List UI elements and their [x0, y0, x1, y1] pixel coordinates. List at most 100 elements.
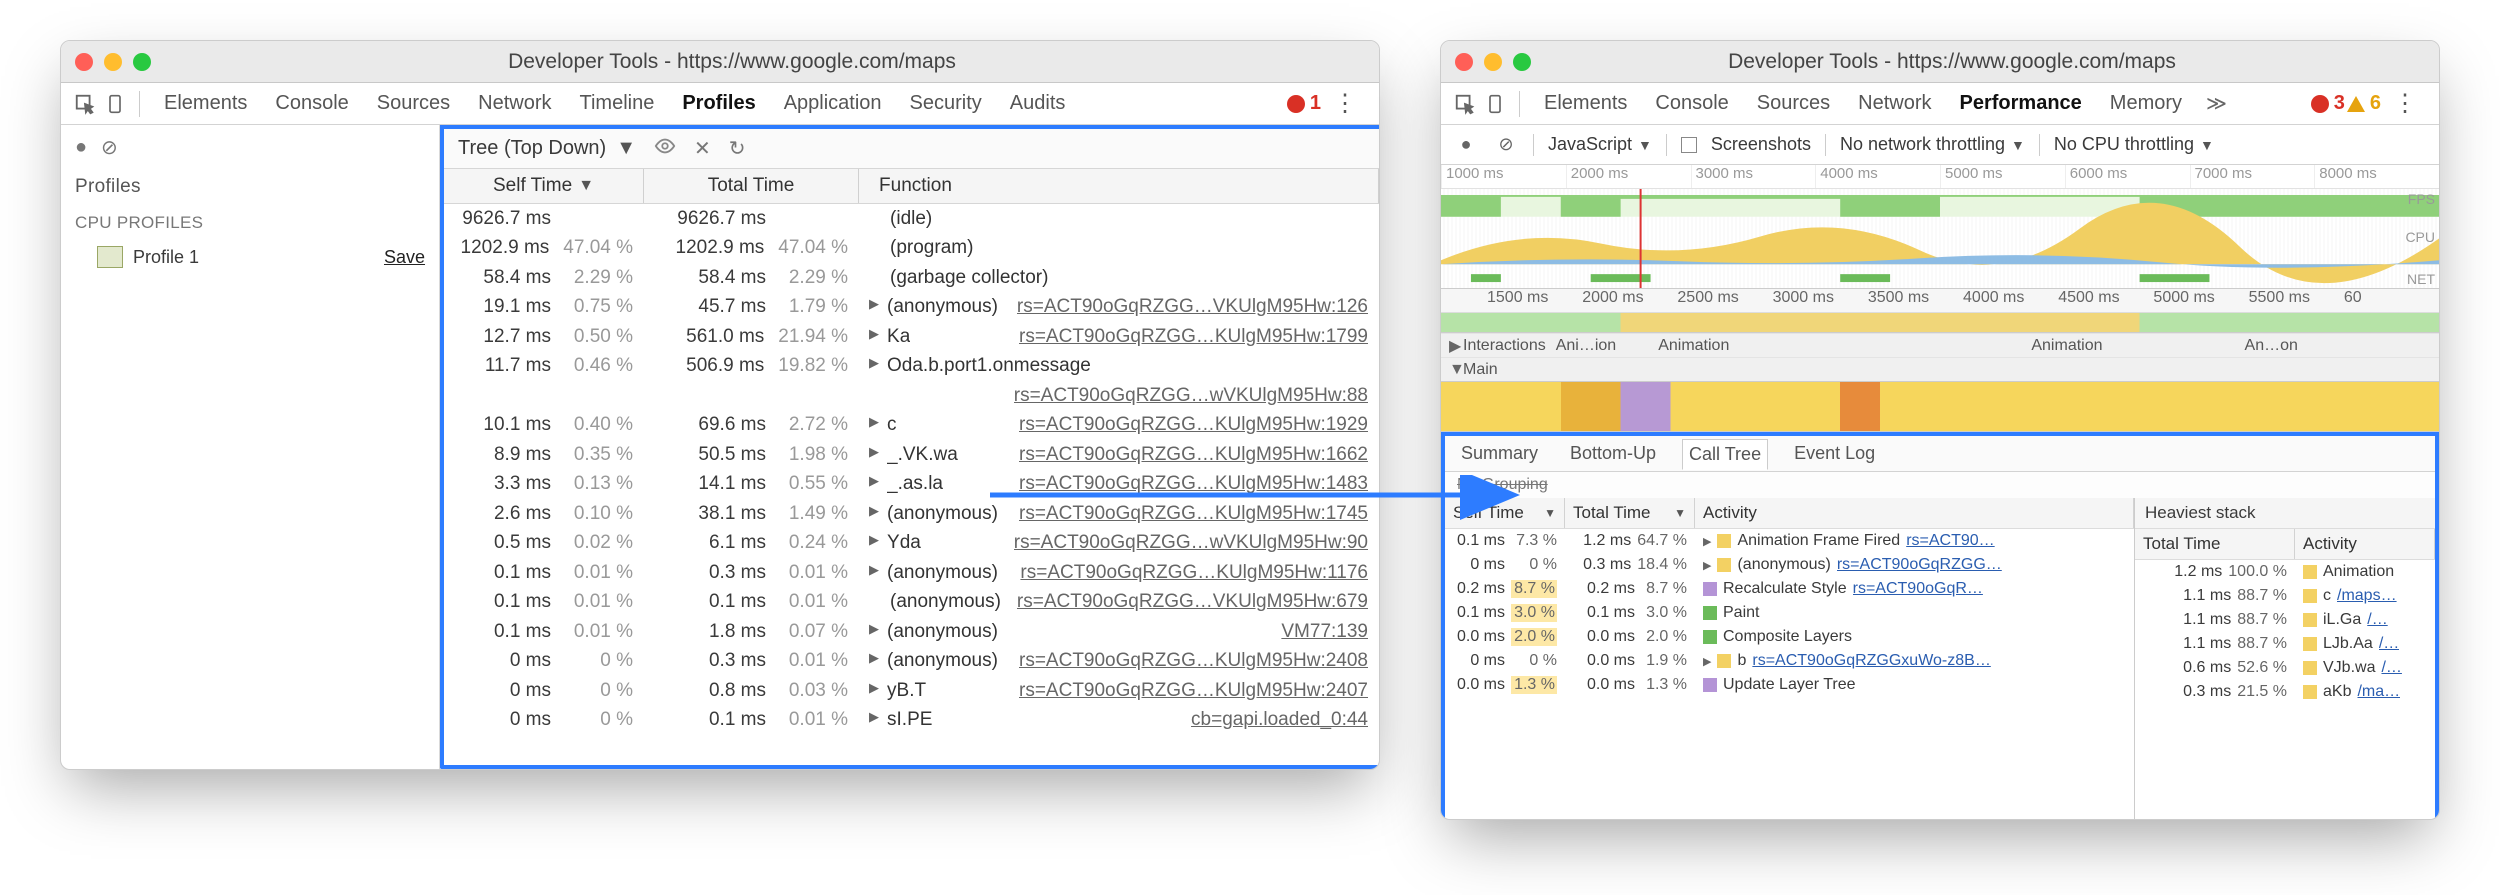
header-activity[interactable]: Activity [2295, 529, 2435, 559]
header-total-time[interactable]: Total Time▼ [1565, 498, 1695, 528]
record-icon[interactable]: ● [75, 136, 101, 159]
source-link[interactable]: rs=ACT90oGqRZGG…wVKUlgM95Hw:90 [1014, 532, 1368, 554]
header-function[interactable]: Function [859, 169, 1379, 203]
tab-security[interactable]: Security [896, 86, 996, 120]
source-link[interactable]: /… [2379, 635, 2399, 653]
source-link[interactable]: /maps… [2337, 587, 2397, 605]
minimize-icon[interactable] [104, 53, 122, 71]
heaviest-stack-row[interactable]: 0.3 ms21.5 %aKb/ma… [2135, 680, 2435, 704]
track-interactions[interactable]: ▶Interactions Ani…ion Animation Animatio… [1441, 333, 2439, 357]
tab-elements[interactable]: Elements [150, 86, 261, 120]
source-link[interactable]: rs=ACT90oGqRZGG…VKUlgM95Hw:679 [1017, 591, 1368, 613]
expand-icon[interactable]: ▶ [869, 503, 879, 525]
scrubber[interactable] [1441, 313, 2439, 333]
tab-network[interactable]: Network [1844, 86, 1945, 120]
engine-select[interactable]: JavaScript▼ [1548, 134, 1652, 155]
call-tree-row[interactable]: 0 ms0 %0.0 ms1.9 %▶brs=ACT90oGqRZGGxuWo-… [1445, 649, 2134, 673]
inspect-icon[interactable] [1451, 90, 1479, 118]
inspect-icon[interactable] [71, 90, 99, 118]
expand-icon[interactable]: ▶ [869, 709, 879, 731]
source-link[interactable]: rs=ACT90oGqRZGG…KUlgM95Hw:1176 [1020, 562, 1368, 584]
source-link[interactable]: rs=ACT90oGqRZGG…KUlgM95Hw:1929 [1019, 414, 1368, 436]
profile-row[interactable]: 2.6 ms0.10 %38.1 ms1.49 %▶(anonymous)rs=… [444, 499, 1379, 529]
source-link[interactable]: rs=ACT90oGqRZGG…wVKUlgM95Hw:88 [1014, 385, 1368, 407]
expand-icon[interactable]: ▶ [869, 296, 879, 318]
tab-console[interactable]: Console [1641, 86, 1742, 120]
heaviest-stack-row[interactable]: 0.6 ms52.6 %VJb.wa/… [2135, 656, 2435, 680]
source-link[interactable]: /ma… [2357, 683, 2400, 701]
profile-save-link[interactable]: Save [384, 247, 425, 268]
track-main[interactable]: ▼Main [1441, 357, 2439, 381]
heaviest-stack-row[interactable]: 1.1 ms88.7 %LJb.Aa/… [2135, 632, 2435, 656]
view-mode-select[interactable]: Tree (Top Down) ▼ [458, 137, 636, 160]
tab-audits[interactable]: Audits [996, 86, 1080, 120]
profile-row[interactable]: 0 ms0 %0.3 ms0.01 %▶(anonymous)rs=ACT90o… [444, 647, 1379, 677]
expand-icon[interactable]: ▶ [869, 444, 879, 466]
profile-row[interactable]: 1202.9 ms47.04 %1202.9 ms47.04 %(program… [444, 234, 1379, 264]
overview-chart[interactable]: FPS CPU NET [1441, 189, 2439, 289]
more-icon[interactable]: ⋮ [1323, 89, 1369, 118]
source-link[interactable]: /… [2381, 659, 2401, 677]
grouping-select[interactable]: No Grouping [1445, 472, 2435, 498]
profile-row[interactable]: 10.1 ms0.40 %69.6 ms2.72 %▶crs=ACT90oGqR… [444, 411, 1379, 441]
expand-icon[interactable]: ▶ [869, 355, 879, 377]
profile-row[interactable]: 8.9 ms0.35 %50.5 ms1.98 %▶_.VK.wars=ACT9… [444, 440, 1379, 470]
expand-icon[interactable]: ▶ [869, 680, 879, 702]
detail-tab-call-tree[interactable]: Call Tree [1682, 439, 1768, 470]
header-total-time[interactable]: Total Time [2135, 529, 2295, 559]
header-self-time[interactable]: Self Time▼ [444, 169, 644, 203]
tab-console[interactable]: Console [261, 86, 362, 120]
expand-icon[interactable]: ▶ [1703, 535, 1711, 548]
clear-icon[interactable]: ⊘ [101, 135, 127, 160]
profile-row[interactable]: 0 ms0 %0.1 ms0.01 %▶sI.PEcb=gapi.loaded_… [444, 706, 1379, 736]
profile-row[interactable]: 58.4 ms2.29 %58.4 ms2.29 %(garbage colle… [444, 263, 1379, 293]
header-total-time[interactable]: Total Time [644, 169, 859, 203]
expand-icon[interactable]: ▶ [869, 473, 879, 495]
source-link[interactable]: rs=ACT90oGqRZGG…KUlgM95Hw:1662 [1019, 444, 1368, 466]
source-link[interactable]: rs=ACT90oGqR… [1853, 580, 1983, 598]
tab-memory[interactable]: Memory [2096, 86, 2196, 120]
record-icon[interactable]: ● [1453, 132, 1479, 158]
tab-application[interactable]: Application [770, 86, 896, 120]
profile-row[interactable]: rs=ACT90oGqRZGG…wVKUlgM95Hw:88 [444, 381, 1379, 411]
tab-timeline[interactable]: Timeline [566, 86, 669, 120]
tab-elements[interactable]: Elements [1530, 86, 1641, 120]
source-link[interactable]: rs=ACT90oGqRZGG…KUlgM95Hw:1483 [1019, 473, 1368, 495]
profile-row[interactable]: 0 ms0 %0.8 ms0.03 %▶yB.Trs=ACT90oGqRZGG…… [444, 676, 1379, 706]
minimize-icon[interactable] [1484, 53, 1502, 71]
expand-icon[interactable]: ▶ [869, 532, 879, 554]
source-link[interactable]: rs=ACT90oGqRZGG… [1837, 556, 2002, 574]
profile-row[interactable]: 12.7 ms0.50 %561.0 ms21.94 %▶Kars=ACT90o… [444, 322, 1379, 352]
device-icon[interactable] [101, 90, 129, 118]
overview-ruler[interactable]: 1000 ms2000 ms3000 ms4000 ms5000 ms6000 … [1441, 165, 2439, 189]
expand-icon[interactable]: ▶ [1703, 559, 1711, 572]
warning-badge[interactable]: 6 [2347, 92, 2381, 115]
profile-row[interactable]: 0.1 ms0.01 %1.8 ms0.07 %▶(anonymous)VM77… [444, 617, 1379, 647]
source-link[interactable]: rs=ACT90oGqRZGG…KUlgM95Hw:2407 [1019, 680, 1368, 702]
expand-icon[interactable]: ▶ [1703, 655, 1711, 668]
screenshots-checkbox[interactable] [1681, 137, 1697, 153]
expand-icon[interactable]: ▶ [869, 326, 879, 348]
header-self-time[interactable]: Self Time▼ [1445, 498, 1565, 528]
tab-sources[interactable]: Sources [363, 86, 464, 120]
source-link[interactable]: /… [2367, 611, 2387, 629]
source-link[interactable]: VM77:139 [1281, 621, 1368, 643]
source-link[interactable]: rs=ACT90oGqRZGG…KUlgM95Hw:2408 [1019, 650, 1368, 672]
source-link[interactable]: cb=gapi.loaded_0:44 [1191, 709, 1368, 731]
error-badge[interactable]: 3 [2311, 92, 2345, 115]
tab-profiles[interactable]: Profiles [668, 86, 769, 120]
eye-icon[interactable] [654, 135, 676, 163]
source-link[interactable]: rs=ACT90oGqRZGGxuWo-z8B… [1752, 652, 1990, 670]
call-tree-row[interactable]: 0.1 ms3.0 %0.1 ms3.0 %Paint [1445, 601, 2134, 625]
heaviest-stack-row[interactable]: 1.2 ms100.0 %Animation [2135, 560, 2435, 584]
source-link[interactable]: rs=ACT90oGqRZGG…KUlgM95Hw:1745 [1019, 503, 1368, 525]
call-tree-row[interactable]: 0.1 ms7.3 %1.2 ms64.7 %▶Animation Frame … [1445, 529, 2134, 553]
profile-row[interactable]: 11.7 ms0.46 %506.9 ms19.82 %▶Oda.b.port1… [444, 352, 1379, 382]
close-icon[interactable] [75, 53, 93, 71]
error-badge[interactable]: 1 [1287, 92, 1321, 115]
call-tree-row[interactable]: 0.2 ms8.7 %0.2 ms8.7 %Recalculate Styler… [1445, 577, 2134, 601]
clear-icon[interactable]: ⊘ [1493, 132, 1519, 158]
more-icon[interactable]: ⋮ [2383, 89, 2429, 118]
detail-tab-bottom-up[interactable]: Bottom-Up [1564, 439, 1662, 468]
profile-row[interactable]: 0.5 ms0.02 %6.1 ms0.24 %▶Ydars=ACT90oGqR… [444, 529, 1379, 559]
